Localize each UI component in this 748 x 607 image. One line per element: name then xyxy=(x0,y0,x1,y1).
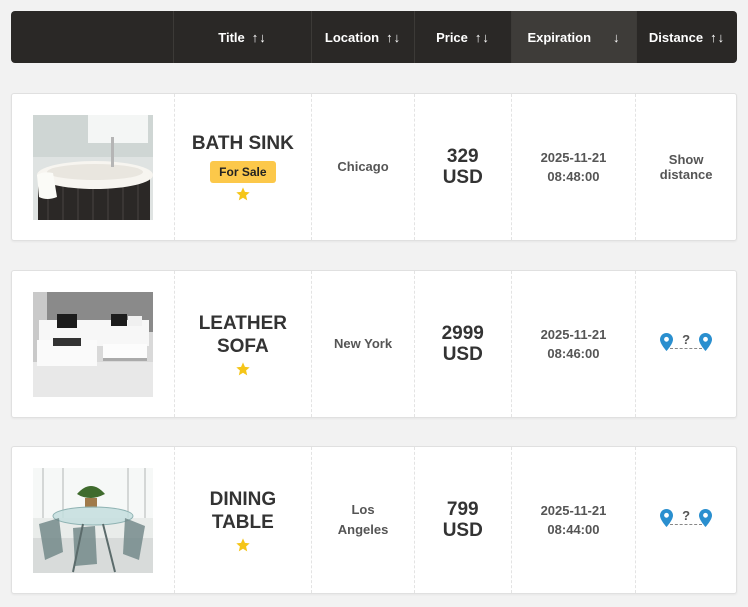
expiration-date: 2025-11-21 xyxy=(540,503,607,518)
star-icon xyxy=(236,537,250,551)
listing-row: BATH SINK For Sale Chicago 329 USD 2025-… xyxy=(11,93,737,241)
sort-by-title[interactable]: Title ↑↓ xyxy=(173,11,311,63)
price-cell: 799 USD xyxy=(413,447,511,593)
image-cell xyxy=(12,94,174,240)
distance-cell: ? xyxy=(635,447,736,593)
distance-dashed-line xyxy=(670,348,703,349)
listing-title[interactable]: BATH SINK xyxy=(188,132,298,155)
star-icon xyxy=(236,187,250,201)
header-label: Location xyxy=(324,29,380,45)
header-label: Distance xyxy=(648,29,704,45)
sort-arrows-icon: ↑↓ xyxy=(251,29,267,45)
price-amount: 329 xyxy=(446,146,479,167)
location-cell: Los Angeles xyxy=(311,447,414,593)
expiration-cell: 2025-11-21 08:48:00 xyxy=(510,94,636,240)
header-label: Title xyxy=(218,29,245,45)
listing-row: DINING TABLE Los Angeles 799 USD 2025-11… xyxy=(11,446,737,594)
expiration-date: 2025-11-21 xyxy=(540,327,607,342)
distance-value: ? xyxy=(682,508,691,523)
sort-by-distance[interactable]: Distance ↑↓ xyxy=(636,11,737,63)
show-distance-link[interactable]: Show distance xyxy=(656,152,716,182)
expiration-date: 2025-11-21 xyxy=(540,150,607,165)
image-cell xyxy=(12,447,174,593)
distance-cell: ? xyxy=(635,271,736,417)
expiration-time: 08:48:00 xyxy=(547,169,600,184)
distance-widget[interactable]: ? xyxy=(660,508,713,531)
listing-row: LEATHER SOFA New York 2999 USD 2025-11-2… xyxy=(11,270,737,418)
table-header: Title ↑↓ Location ↑↓ Price ↑↓ Expiration… xyxy=(11,11,737,63)
sort-desc-arrow-icon: ↓ xyxy=(613,29,621,45)
price-currency: USD xyxy=(442,520,483,541)
price-amount: 799 xyxy=(446,499,479,520)
expiration-cell: 2025-11-21 08:44:00 xyxy=(510,447,636,593)
image-cell xyxy=(12,271,174,417)
sort-arrows-icon: ↑↓ xyxy=(386,29,402,45)
sort-by-location[interactable]: Location ↑↓ xyxy=(311,11,414,63)
sort-arrows-icon: ↑↓ xyxy=(474,29,490,45)
listing-location: Chicago xyxy=(337,159,389,174)
distance-dashed-line xyxy=(670,524,703,525)
leather-sofa-thumbnail[interactable] xyxy=(32,291,153,397)
listing-title[interactable]: DINING TABLE xyxy=(188,488,298,534)
price-currency: USD xyxy=(442,344,483,365)
header-label: Expiration xyxy=(527,29,592,45)
price-currency: USD xyxy=(442,167,483,188)
price-cell: 2999 USD xyxy=(413,271,511,417)
title-cell: DINING TABLE xyxy=(173,447,312,593)
listing-location: New York xyxy=(334,336,393,351)
expiration-time: 08:44:00 xyxy=(547,522,600,537)
title-cell: LEATHER SOFA xyxy=(173,271,312,417)
sort-arrows-icon: ↑↓ xyxy=(710,29,726,45)
bath-sink-thumbnail[interactable] xyxy=(32,114,153,220)
for-sale-badge: For Sale xyxy=(210,161,276,183)
distance-cell: Show distance xyxy=(635,94,736,240)
header-image-column xyxy=(11,11,173,63)
price-amount: 2999 xyxy=(441,323,484,344)
sort-by-expiration[interactable]: Expiration ↓ xyxy=(511,11,636,63)
title-cell: BATH SINK For Sale xyxy=(173,94,312,240)
listing-location: Los Angeles xyxy=(337,502,389,537)
expiration-cell: 2025-11-21 08:46:00 xyxy=(510,271,636,417)
sort-by-price[interactable]: Price ↑↓ xyxy=(414,11,511,63)
location-cell: Chicago xyxy=(311,94,414,240)
expiration-time: 08:46:00 xyxy=(547,346,600,361)
distance-value: ? xyxy=(682,332,691,347)
header-label: Price xyxy=(436,29,468,45)
dining-table-thumbnail[interactable] xyxy=(32,467,153,573)
distance-widget[interactable]: ? xyxy=(660,332,713,355)
star-icon xyxy=(236,361,250,375)
location-cell: New York xyxy=(311,271,414,417)
price-cell: 329 USD xyxy=(413,94,511,240)
listing-title[interactable]: LEATHER SOFA xyxy=(188,312,298,358)
